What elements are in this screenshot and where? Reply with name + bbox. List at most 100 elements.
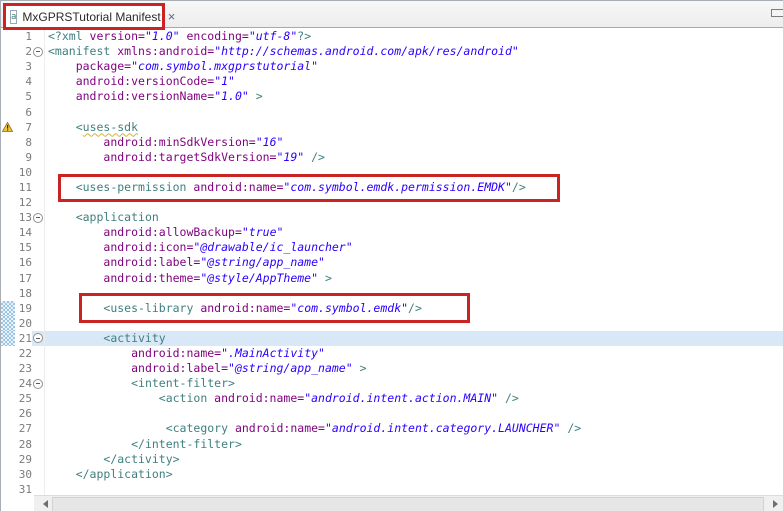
- code-text[interactable]: <?xml version="1.0" encoding="utf-8"?>: [45, 29, 783, 44]
- line-number: 7: [15, 121, 32, 134]
- editor-tab-bar: a MxGPRSTutorial Manifest ×: [1, 1, 783, 28]
- code-line: 18: [1, 286, 783, 301]
- code-text[interactable]: [45, 195, 783, 210]
- close-tab-icon[interactable]: ×: [168, 10, 176, 23]
- fold-gutter: [32, 165, 45, 180]
- fold-gutter: [32, 346, 45, 361]
- code-text[interactable]: <intent-filter>: [45, 376, 783, 391]
- code-text[interactable]: <manifest xmlns:android="http://schemas.…: [45, 44, 783, 59]
- xml-source-editor[interactable]: 1<?xml version="1.0" encoding="utf-8"?>2…: [1, 28, 783, 495]
- line-number: 5: [15, 90, 32, 103]
- code-line: 2 <manifest xmlns:android="http://schemas…: [1, 44, 783, 59]
- line-number: 2: [15, 45, 32, 58]
- horizontal-scrollbar[interactable]: [34, 495, 783, 511]
- code-text[interactable]: android:versionName="1.0" >: [45, 89, 783, 104]
- code-line: 6: [1, 104, 783, 119]
- line-number: 26: [15, 407, 32, 420]
- annotation-gutter: [1, 225, 15, 240]
- fold-gutter: [32, 301, 45, 316]
- code-text[interactable]: <uses-permission android:name="com.symbo…: [45, 180, 783, 195]
- code-line: 3 package="com.symbol.mxgprstutorial": [1, 59, 783, 74]
- annotation-gutter: [1, 376, 15, 391]
- code-text[interactable]: <action android:name="android.intent.act…: [45, 391, 783, 406]
- line-number: 14: [15, 226, 32, 239]
- code-line: 14 android:allowBackup="true": [1, 225, 783, 240]
- code-text[interactable]: android:name=".MainActivity": [45, 346, 783, 361]
- line-number: 4: [15, 75, 32, 88]
- code-text[interactable]: android:icon="@drawable/ic_launcher": [45, 240, 783, 255]
- code-text[interactable]: package="com.symbol.mxgprstutorial": [45, 59, 783, 74]
- line-number: 6: [15, 106, 32, 119]
- minimize-view-icon[interactable]: [771, 9, 783, 17]
- code-text[interactable]: [45, 165, 783, 180]
- code-text[interactable]: </activity>: [45, 452, 783, 467]
- warning-icon[interactable]: [2, 122, 13, 132]
- code-text[interactable]: <activity: [45, 331, 783, 346]
- line-number: 1: [15, 30, 32, 43]
- fold-gutter: [32, 316, 45, 331]
- code-text[interactable]: android:allowBackup="true": [45, 225, 783, 240]
- code-text[interactable]: [45, 104, 783, 119]
- android-xml-file-icon: a: [10, 10, 17, 24]
- annotation-gutter: [1, 120, 15, 135]
- code-line: 30 </application>: [1, 467, 783, 482]
- annotation-gutter: [1, 286, 15, 301]
- code-text[interactable]: <application: [45, 210, 783, 225]
- code-line: 12: [1, 195, 783, 210]
- annotation-gutter: [1, 406, 15, 421]
- code-line: 1 <?xml version="1.0" encoding="utf-8"?>: [1, 29, 783, 44]
- fold-collapse-icon[interactable]: [33, 333, 43, 343]
- fold-gutter: [32, 421, 45, 436]
- code-line: 20: [1, 316, 783, 331]
- code-text[interactable]: android:label="@string/app_name": [45, 255, 783, 270]
- code-line: 13 <application: [1, 210, 783, 225]
- fold-gutter: [32, 59, 45, 74]
- code-line: 5 android:versionName="1.0" >: [1, 89, 783, 104]
- code-text[interactable]: [45, 406, 783, 421]
- code-line: 29 </activity>: [1, 452, 783, 467]
- line-number: 10: [15, 166, 32, 179]
- annotation-gutter: [1, 89, 15, 104]
- scroll-right-arrow-icon[interactable]: [773, 500, 778, 508]
- fold-collapse-icon[interactable]: [33, 379, 43, 389]
- line-number: 24: [15, 377, 32, 390]
- annotation-gutter: [1, 361, 15, 376]
- annotation-gutter: [1, 29, 15, 44]
- line-number: 16: [15, 256, 32, 269]
- annotation-gutter: [1, 135, 15, 150]
- code-text[interactable]: <category android:name="android.intent.c…: [45, 421, 783, 436]
- quick-diff-changed-marker: [1, 301, 15, 316]
- code-line: 15 android:icon="@drawable/ic_launcher": [1, 240, 783, 255]
- fold-gutter: [32, 29, 45, 44]
- scrollbar-thumb[interactable]: [52, 497, 764, 511]
- code-text[interactable]: [45, 286, 783, 301]
- fold-gutter: [32, 135, 45, 150]
- line-number: 29: [15, 453, 32, 466]
- quick-diff-changed-marker: [1, 316, 15, 331]
- annotation-gutter: [1, 467, 15, 482]
- annotation-gutter: [1, 74, 15, 89]
- tab-mxgprstutorial-manifest[interactable]: a MxGPRSTutorial Manifest ×: [4, 4, 163, 28]
- code-line: 23 android:label="@string/app_name" >: [1, 361, 783, 376]
- code-line: 25 <action android:name="android.intent.…: [1, 391, 783, 406]
- code-text[interactable]: android:label="@string/app_name" >: [45, 361, 783, 376]
- code-text[interactable]: [45, 316, 783, 331]
- annotation-gutter: [1, 210, 15, 225]
- fold-gutter: [32, 286, 45, 301]
- fold-gutter: [32, 120, 45, 135]
- code-text[interactable]: <uses-sdk: [45, 120, 783, 135]
- scroll-left-arrow-icon[interactable]: [43, 500, 48, 508]
- code-text[interactable]: </intent-filter>: [45, 437, 783, 452]
- annotation-gutter: [1, 421, 15, 436]
- fold-collapse-icon[interactable]: [33, 213, 43, 223]
- code-text[interactable]: android:targetSdkVersion="19" />: [45, 150, 783, 165]
- code-text[interactable]: android:theme="@style/AppTheme" >: [45, 271, 783, 286]
- code-line: 11 <uses-permission android:name="com.sy…: [1, 180, 783, 195]
- code-text[interactable]: android:versionCode="1": [45, 74, 783, 89]
- code-text[interactable]: [45, 482, 783, 495]
- fold-gutter: [32, 376, 45, 391]
- fold-collapse-icon[interactable]: [33, 47, 43, 57]
- code-text[interactable]: </application>: [45, 467, 783, 482]
- code-text[interactable]: <uses-library android:name="com.symbol.e…: [45, 301, 783, 316]
- code-text[interactable]: android:minSdkVersion="16": [45, 135, 783, 150]
